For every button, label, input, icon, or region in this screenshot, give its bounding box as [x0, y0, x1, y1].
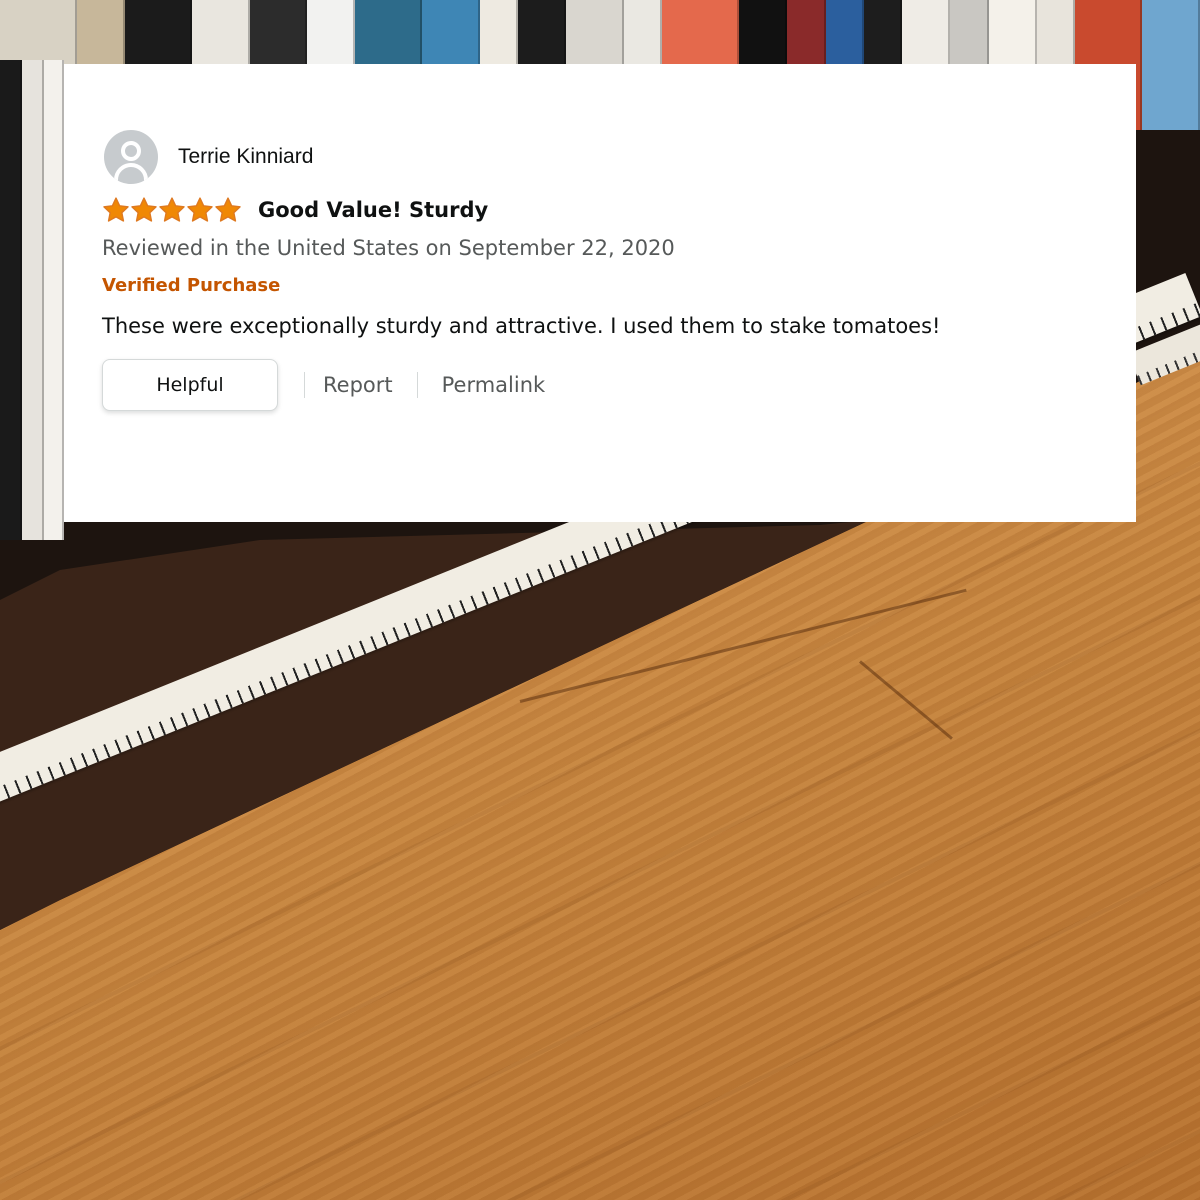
review-date: Reviewed in the United States on Septemb…	[102, 236, 675, 260]
rating-row: Good Value! Sturdy	[102, 196, 488, 224]
helpful-button[interactable]: Helpful	[102, 359, 278, 411]
star-icon	[159, 197, 185, 222]
star-icon	[103, 197, 129, 222]
divider	[416, 372, 418, 398]
default-user-avatar-icon	[104, 130, 158, 184]
report-link[interactable]: Report	[323, 373, 393, 397]
divider	[304, 372, 305, 398]
review-body: These were exceptionally sturdy and attr…	[102, 314, 941, 338]
review-title[interactable]: Good Value! Sturdy	[258, 198, 488, 222]
review-card: Terrie Kinniard Good Value! Sturdy Revie…	[64, 64, 1136, 522]
verified-purchase-badge: Verified Purchase	[102, 275, 281, 296]
star-icon	[187, 197, 213, 222]
reviewer-profile[interactable]: Terrie Kinniard	[104, 130, 313, 184]
reviewer-name[interactable]: Terrie Kinniard	[178, 145, 313, 169]
left-book-spines	[0, 60, 64, 540]
permalink-link[interactable]: Permalink	[442, 373, 546, 397]
star-icon	[215, 197, 241, 222]
star-rating[interactable]	[102, 196, 242, 224]
review-actions: Helpful Report Permalink	[102, 359, 545, 411]
star-icon	[131, 197, 157, 222]
